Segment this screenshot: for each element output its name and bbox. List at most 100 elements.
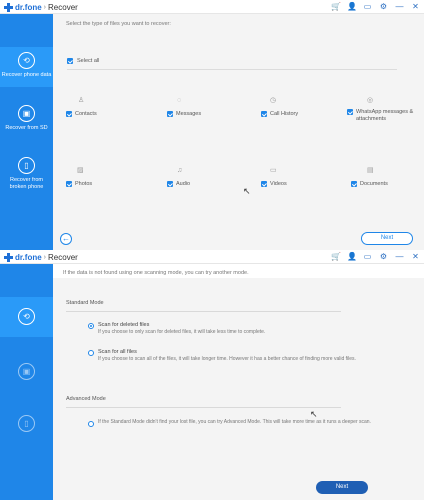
sidebar-item-recover-phone-data[interactable]: ⟲ Recover phone data [0, 47, 53, 87]
next-button[interactable]: Next [316, 481, 368, 494]
file-type-audio[interactable]: ♫ Audio [167, 166, 237, 188]
select-all-label: Select all [77, 58, 100, 64]
sidebar-item-label: Recover from SD [5, 125, 48, 131]
file-type-label: Videos [270, 181, 287, 187]
checkbox-checked-icon [167, 111, 173, 117]
file-type-photos[interactable]: ▨ Photos [66, 166, 136, 188]
scan-all-radio[interactable] [88, 350, 94, 356]
title-bar: dr.fone › Recover 🛒 👤 ▭ ⚙ — ✕ [0, 0, 424, 14]
title-bar-icons: 🛒 👤 ▭ ⚙ — ✕ [331, 251, 420, 263]
checkbox-checked-icon [66, 181, 72, 187]
file-type-label: Call History [270, 111, 299, 117]
whatsapp-icon: ◎ [367, 97, 374, 104]
arrow-left-icon: ← [62, 234, 70, 243]
divider [66, 407, 341, 408]
checkbox-checked-icon [167, 181, 173, 187]
file-type-call-history[interactable]: ◷ Call History [261, 96, 331, 118]
drfone-plus-icon [4, 2, 13, 12]
select-hint: Select the type of files you want to rec… [66, 21, 171, 27]
cart-icon[interactable]: 🛒 [331, 251, 341, 263]
file-type-videos[interactable]: ▭ Videos [261, 166, 331, 188]
broken-phone-icon: ▯ [18, 415, 35, 432]
feedback-icon[interactable]: ▭ [363, 251, 372, 263]
checkbox-checked-icon [67, 58, 73, 64]
standard-mode-heading: Standard Mode [66, 300, 104, 306]
file-type-label: Audio [176, 181, 191, 187]
scan-deleted-radio[interactable] [88, 323, 94, 329]
file-type-label: Photos [75, 181, 93, 187]
sidebar-item-recover-from-sd[interactable]: ▣ [0, 352, 53, 392]
back-button[interactable]: ← [60, 233, 72, 245]
file-type-label: Contacts [75, 111, 97, 117]
sidebar-item-recover-broken-phone[interactable]: ▯ Recover from broken phone [0, 154, 53, 202]
checkbox-checked-icon [66, 111, 72, 117]
brand-name: dr.fone [15, 2, 42, 12]
audio-icon: ♫ [177, 167, 183, 174]
app-logo: dr.fone › Recover [4, 1, 78, 13]
messages-icon: ◌ [177, 97, 182, 104]
settings-icon[interactable]: ⚙ [379, 1, 388, 13]
window-title: Recover [48, 2, 78, 12]
window-title: Recover [48, 252, 78, 262]
mouse-cursor-icon: ↖ [310, 409, 318, 419]
user-icon[interactable]: 👤 [347, 251, 357, 263]
divider [66, 311, 341, 312]
brand-name: dr.fone [15, 252, 42, 262]
file-type-label: Messages [176, 111, 202, 117]
file-type-documents[interactable]: ▤ Documents [351, 166, 421, 188]
recover-window-file-types: dr.fone › Recover 🛒 👤 ▭ ⚙ — ✕ ⟲ Recover … [0, 0, 424, 250]
file-type-whatsapp[interactable]: ◎ WhatsApp messages & attachments [347, 96, 421, 122]
app-logo: dr.fone › Recover [4, 251, 78, 263]
file-type-contacts[interactable]: ♙ Contacts [66, 96, 136, 118]
sidebar-item-label: Recover phone data [1, 72, 52, 78]
title-separator: › [43, 253, 47, 261]
checkbox-checked-icon [347, 109, 353, 115]
videos-icon: ▭ [270, 167, 277, 174]
photos-icon: ▨ [77, 167, 84, 174]
file-type-label: Documents [360, 181, 388, 187]
next-button[interactable]: Next [361, 232, 413, 245]
broken-phone-icon: ▯ [18, 157, 35, 174]
sidebar-item-recover-phone-data[interactable]: ⟲ [0, 297, 53, 337]
minimize-icon[interactable]: — [395, 251, 404, 263]
minimize-icon[interactable]: — [395, 1, 404, 13]
user-icon[interactable]: 👤 [347, 1, 357, 13]
settings-icon[interactable]: ⚙ [379, 251, 388, 263]
sidebar-item-recover-broken-phone[interactable]: ▯ [0, 404, 53, 452]
sd-card-icon: ▣ [18, 363, 35, 380]
sidebar: ⟲ Recover phone data ▣ Recover from SD ▯… [0, 14, 53, 250]
divider [67, 69, 397, 70]
select-all-checkbox[interactable]: Select all [67, 58, 99, 64]
documents-icon: ▤ [367, 167, 374, 174]
checkbox-checked-icon [261, 111, 267, 117]
scan-deleted-description: If you choose to only scan for deleted f… [98, 329, 266, 335]
close-icon[interactable]: ✕ [411, 1, 420, 13]
advanced-mode-radio[interactable] [88, 421, 94, 427]
sidebar-item-recover-from-sd[interactable]: ▣ Recover from SD [0, 102, 53, 142]
phone-recover-icon: ⟲ [18, 308, 35, 325]
file-type-label: WhatsApp messages & attachments [356, 109, 414, 122]
mouse-cursor-icon: ↖ [243, 186, 251, 196]
phone-recover-icon: ⟲ [18, 52, 35, 69]
cart-icon[interactable]: 🛒 [331, 1, 341, 13]
call-history-icon: ◷ [270, 97, 277, 104]
feedback-icon[interactable]: ▭ [363, 1, 372, 13]
advanced-mode-description: If the Standard Mode didn't find your lo… [98, 419, 371, 425]
drfone-plus-icon [4, 252, 13, 262]
file-type-messages[interactable]: ◌ Messages [167, 96, 237, 118]
scan-deleted-title[interactable]: Scan for deleted files [98, 322, 149, 328]
checkbox-checked-icon [351, 181, 357, 187]
contacts-icon: ♙ [78, 97, 85, 104]
title-bar-icons: 🛒 👤 ▭ ⚙ — ✕ [331, 1, 420, 13]
file-type-panel: Select the type of files you want to rec… [53, 14, 424, 250]
checkbox-checked-icon [261, 181, 267, 187]
scan-mode-subtitle: If the data is not found using one scann… [63, 270, 249, 276]
title-separator: › [43, 3, 47, 11]
sidebar: ⟲ ▣ ▯ [0, 264, 53, 500]
scan-all-title[interactable]: Scan for all files [98, 349, 137, 355]
close-icon[interactable]: ✕ [411, 251, 420, 263]
sd-card-icon: ▣ [18, 105, 35, 122]
sidebar-item-label: Recover from broken phone [9, 177, 44, 190]
advanced-mode-heading: Advanced Mode [66, 396, 106, 402]
title-bar: dr.fone › Recover 🛒 👤 ▭ ⚙ — ✕ [0, 250, 424, 264]
